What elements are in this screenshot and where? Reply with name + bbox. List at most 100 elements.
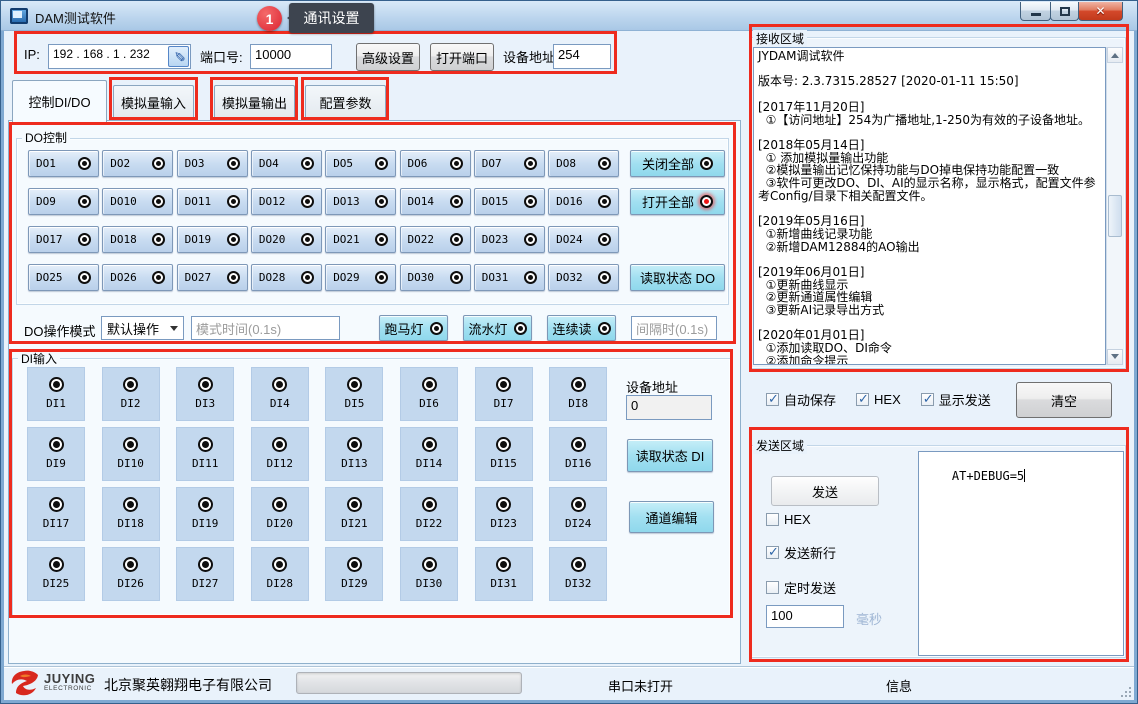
- do-mode-select[interactable]: 默认操作: [101, 316, 184, 340]
- clear-button[interactable]: 清空: [1016, 382, 1112, 418]
- checkbox-newline[interactable]: 发送新行: [766, 543, 836, 562]
- do-channel-button[interactable]: DO21: [325, 226, 396, 253]
- do-channel-button[interactable]: DO19: [177, 226, 248, 253]
- di-indicator: [422, 437, 437, 452]
- do-channel-button[interactable]: DO25: [28, 264, 99, 291]
- checkbox-hex[interactable]: HEX: [766, 512, 836, 527]
- do-channel-button[interactable]: DO17: [28, 226, 99, 253]
- do-channel-button[interactable]: DO26: [102, 264, 173, 291]
- do-indicator: [152, 157, 165, 170]
- read-di-status-button[interactable]: 读取状态 DI: [627, 439, 713, 472]
- do-channel-button[interactable]: DO27: [177, 264, 248, 291]
- do-indicator: [598, 195, 611, 208]
- receive-text-area[interactable]: JYDAM调试软件 版本号: 2.3.7315.28527 [2020-01-1…: [753, 47, 1106, 365]
- checkbox-autosave[interactable]: 自动保存: [766, 390, 836, 409]
- ip-input[interactable]: 192 . 168 . 1 . 232: [48, 44, 191, 69]
- tab-analog-input[interactable]: 模拟量输入: [113, 85, 194, 119]
- tab-config-params[interactable]: 配置参数: [305, 85, 386, 119]
- di-channel-cell: DI8: [549, 367, 607, 421]
- di-indicator: [123, 437, 138, 452]
- do-channel-button[interactable]: DO14: [400, 188, 471, 215]
- di-channel-label: DI26: [117, 577, 144, 590]
- do-channel-button[interactable]: DO1: [28, 150, 99, 177]
- do-channel-button[interactable]: DO3: [177, 150, 248, 177]
- do-channel-button[interactable]: DO12: [251, 188, 322, 215]
- open-port-button[interactable]: 打开端口: [430, 43, 494, 71]
- do-channel-button[interactable]: DO16: [548, 188, 619, 215]
- mode-time-input[interactable]: 模式时间(0.1s): [191, 316, 340, 340]
- do-channel-button[interactable]: DO2: [102, 150, 173, 177]
- di-indicator: [571, 557, 586, 572]
- di-indicator: [198, 437, 213, 452]
- do-channel-button[interactable]: DO28: [251, 264, 322, 291]
- do-channel-button[interactable]: DO30: [400, 264, 471, 291]
- close-button[interactable]: [1078, 2, 1123, 21]
- tab-analog-output[interactable]: 模拟量输出: [214, 85, 295, 119]
- do-channel-button[interactable]: DO8: [548, 150, 619, 177]
- do-channel-button[interactable]: DO13: [325, 188, 396, 215]
- di-indicator: [347, 557, 362, 572]
- di-channel-cell: DI23: [475, 487, 533, 541]
- do-channel-label: DO20: [259, 233, 286, 246]
- scroll-up-button[interactable]: [1107, 47, 1123, 63]
- send-button[interactable]: 发送: [771, 476, 879, 506]
- channel-edit-button[interactable]: 通道编辑: [629, 501, 714, 533]
- do-channel-label: DO16: [556, 195, 583, 208]
- checkbox-box-icon[interactable]: [856, 393, 869, 406]
- receive-group-label: 接收区域: [753, 30, 807, 47]
- scrollbar-thumb[interactable]: [1108, 195, 1122, 237]
- timed-interval-input[interactable]: 100: [766, 605, 844, 628]
- tab-control-di-do[interactable]: 控制DI/DO: [12, 80, 107, 122]
- send-text-area[interactable]: AT+DEBUG=5: [918, 451, 1124, 656]
- scroll-down-button[interactable]: [1107, 349, 1123, 365]
- checkbox-box-icon[interactable]: [921, 393, 934, 406]
- do-channel-button[interactable]: DO5: [325, 150, 396, 177]
- resize-grip[interactable]: [1119, 685, 1131, 697]
- do-channel-button[interactable]: DO23: [474, 226, 545, 253]
- do-channel-button[interactable]: DO24: [548, 226, 619, 253]
- do-channel-button[interactable]: DO20: [251, 226, 322, 253]
- do-channel-button[interactable]: DO18: [102, 226, 173, 253]
- do-group-label: DO控制: [22, 129, 70, 146]
- checkbox-show-send[interactable]: 显示发送: [921, 390, 991, 409]
- di-device-address-label: 设备地址: [626, 377, 678, 396]
- checkbox-timed[interactable]: 定时发送: [766, 578, 836, 597]
- di-channel-cell: DI1: [27, 367, 85, 421]
- receive-scrollbar[interactable]: [1106, 47, 1123, 365]
- device-address-input[interactable]: 254: [553, 44, 611, 69]
- do-channel-button[interactable]: DO29: [325, 264, 396, 291]
- interval-time-input[interactable]: 间隔时(0.1s): [631, 316, 717, 340]
- do-channel-button[interactable]: DO6: [400, 150, 471, 177]
- maximize-button[interactable]: [1050, 2, 1079, 21]
- checkbox-box-icon[interactable]: [766, 393, 779, 406]
- flow-light-button[interactable]: 流水灯: [463, 315, 532, 341]
- do-channel-button[interactable]: DO11: [177, 188, 248, 215]
- checkbox-box-icon[interactable]: [766, 581, 779, 594]
- checkbox-box-icon[interactable]: [766, 513, 779, 526]
- open-all-button[interactable]: 打开全部: [630, 188, 725, 215]
- do-channel-button[interactable]: DO31: [474, 264, 545, 291]
- do-channel-button[interactable]: DO9: [28, 188, 99, 215]
- do-channel-button[interactable]: DO15: [474, 188, 545, 215]
- do-channel-button[interactable]: DO4: [251, 150, 322, 177]
- do-channel-button[interactable]: DO22: [400, 226, 471, 253]
- di-channel-cell: DI24: [549, 487, 607, 541]
- minimize-button[interactable]: [1020, 2, 1051, 21]
- do-channel-label: DO1: [36, 157, 56, 170]
- do-indicator: [450, 195, 463, 208]
- di-grid: DI1DI2DI3DI4DI5DI6DI7DI8DI9DI10DI11DI12D…: [27, 367, 637, 607]
- close-all-button[interactable]: 关闭全部: [630, 150, 725, 177]
- do-channel-button[interactable]: DO32: [548, 264, 619, 291]
- do-channel-label: DO14: [408, 195, 435, 208]
- checkbox-box-icon[interactable]: [766, 546, 779, 559]
- marquee-button[interactable]: 跑马灯: [379, 315, 448, 341]
- read-do-status-button[interactable]: 读取状态 DO: [630, 264, 725, 291]
- advanced-settings-button[interactable]: 高级设置: [356, 43, 420, 71]
- do-channel-button[interactable]: DO10: [102, 188, 173, 215]
- do-channel-button[interactable]: DO7: [474, 150, 545, 177]
- port-input[interactable]: 10000: [250, 44, 332, 69]
- di-device-address-input[interactable]: 0: [626, 395, 712, 420]
- checkbox-hex[interactable]: HEX: [856, 390, 901, 409]
- continuous-read-button[interactable]: 连续读: [547, 315, 616, 341]
- edit-ip-button[interactable]: [168, 46, 189, 67]
